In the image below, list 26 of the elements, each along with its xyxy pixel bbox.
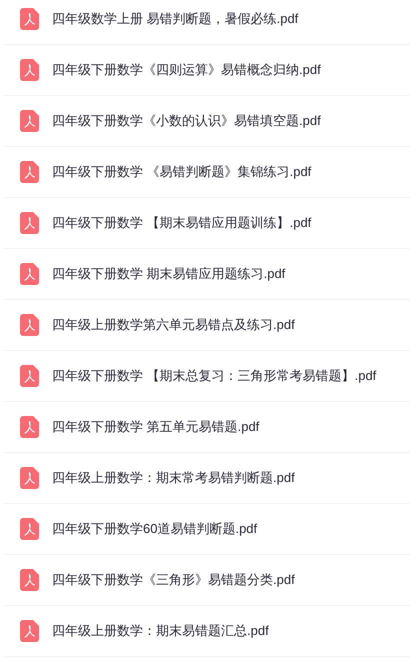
pdf-file-icon [20, 110, 38, 132]
file-name[interactable]: 四年级下册数学 期末易错应用题练习.pdf [52, 264, 286, 284]
file-name[interactable]: 四年级下册数学 第五单元易错题.pdf [52, 417, 260, 437]
pdf-file-icon [20, 620, 38, 642]
file-name[interactable]: 四年级上册数学：期末易错题汇总.pdf [52, 621, 269, 641]
file-name[interactable]: 四年级下册数学《三角形》易错题分类.pdf [52, 570, 295, 590]
file-name[interactable]: 四年级下册数学 【期末易错应用题训练】.pdf [52, 213, 312, 233]
file-name[interactable]: 四年级上册数学第六单元易错点及练习.pdf [52, 315, 295, 335]
pdf-file-icon [20, 518, 38, 540]
file-name[interactable]: 四年级上册数学：期末常考易错判断题.pdf [52, 468, 295, 488]
pdf-file-icon [20, 8, 38, 30]
pdf-file-icon [20, 416, 38, 438]
pdf-file-icon [20, 212, 38, 234]
pdf-file-icon [20, 59, 38, 81]
file-name[interactable]: 四年级下册数学《小数的认识》易错填空题.pdf [52, 111, 321, 131]
file-name[interactable]: 四年级下册数学60道易错判断题.pdf [52, 519, 258, 539]
file-name[interactable]: 四年级下册数学 《易错判断题》集锦练习.pdf [52, 162, 312, 182]
pdf-file-icon [20, 569, 38, 591]
file-name[interactable]: 四年级下册数学《四则运算》易错概念归纳.pdf [52, 60, 321, 80]
pdf-file-icon [20, 467, 38, 489]
file-name[interactable]: 四年级数学上册 易错判断题，暑假必练.pdf [52, 9, 298, 29]
pdf-file-icon [20, 161, 38, 183]
pdf-file-icon [20, 365, 38, 387]
file-name[interactable]: 四年级下册数学 【期末总复习：三角形常考易错题】.pdf [52, 366, 376, 386]
pdf-file-icon [20, 314, 38, 336]
pdf-file-icon [20, 263, 38, 285]
